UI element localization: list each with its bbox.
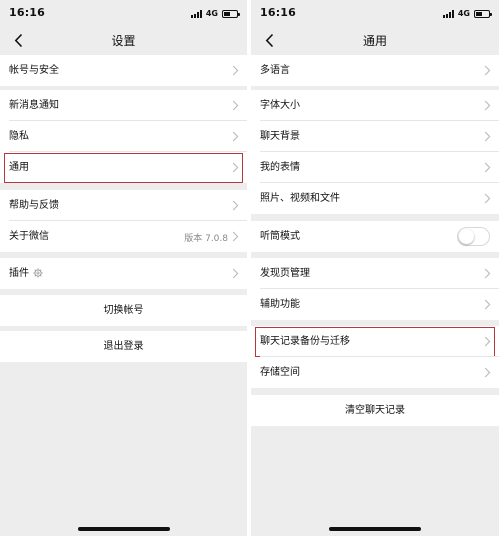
signal-icon: [190, 9, 202, 18]
page-title: 设置: [111, 34, 136, 48]
button-label: 清空聊天记录: [345, 405, 405, 416]
row-plugins[interactable]: 插件: [0, 258, 247, 289]
network-type: 4G: [457, 9, 470, 18]
chevron-right-icon: [484, 268, 491, 279]
row-label: 聊天记录备份与迁移: [260, 336, 350, 347]
row-label: 通用: [9, 162, 29, 173]
row-my-stickers[interactable]: 我的表情: [251, 152, 499, 183]
signal-icon: [442, 9, 454, 18]
row-general[interactable]: 通用: [0, 152, 247, 183]
page-title: 通用: [362, 34, 387, 48]
row-earpiece-mode: 听筒模式: [251, 221, 499, 252]
button-label: 切换帐号: [103, 305, 144, 316]
chevron-right-icon: [484, 367, 491, 378]
status-indicators: 4G: [442, 9, 492, 18]
earpiece-mode-toggle[interactable]: [457, 227, 490, 246]
row-label: 帐号与安全: [9, 65, 59, 76]
status-bar: 16:16 4G: [0, 0, 247, 26]
row-about[interactable]: 关于微信 版本 7.0.8: [0, 221, 247, 252]
row-label: 新消息通知: [9, 100, 59, 111]
chevron-right-icon: [232, 231, 239, 242]
clear-chat-history-button[interactable]: 清空聊天记录: [251, 395, 499, 426]
settings-screen: 16:16 4G 设置 帐号与安全 新消息通知 隐私 通用 帮助与反馈 关于微信…: [0, 0, 247, 536]
battery-icon: [222, 9, 240, 18]
row-label: 我的表情: [260, 162, 300, 173]
logout-button[interactable]: 退出登录: [0, 331, 247, 362]
chevron-right-icon: [484, 299, 491, 310]
row-label: 隐私: [9, 131, 29, 142]
status-bar: 16:16 4G: [251, 0, 499, 26]
chevron-right-icon: [232, 131, 239, 142]
version-text: 版本 7.0.8: [184, 234, 228, 244]
row-privacy[interactable]: 隐私: [0, 121, 247, 152]
row-label: 发现页管理: [260, 268, 310, 279]
row-photos-videos-files[interactable]: 照片、视频和文件: [251, 183, 499, 214]
row-label: 帮助与反馈: [9, 200, 59, 211]
status-indicators: 4G: [190, 9, 240, 18]
battery-icon: [474, 9, 492, 18]
nav-bar: 设置: [0, 28, 247, 52]
row-font-size[interactable]: 字体大小: [251, 90, 499, 121]
chevron-right-icon: [232, 100, 239, 111]
row-label: 关于微信: [9, 231, 49, 242]
row-label: 照片、视频和文件: [260, 193, 340, 204]
row-help-feedback[interactable]: 帮助与反馈: [0, 190, 247, 221]
chevron-right-icon: [232, 65, 239, 76]
network-type: 4G: [205, 9, 218, 18]
chevron-right-icon: [232, 268, 239, 279]
chevron-right-icon: [484, 65, 491, 76]
chevron-right-icon: [232, 200, 239, 211]
chevron-right-icon: [484, 131, 491, 142]
highlight-box: [4, 153, 243, 183]
general-screen: 16:16 4G 通用 多语言 字体大小 聊天背景 我的表情 照片、视频和文件 …: [251, 0, 499, 536]
row-label: 存储空间: [260, 367, 300, 378]
chevron-right-icon: [484, 100, 491, 111]
row-chat-background[interactable]: 聊天背景: [251, 121, 499, 152]
status-time: 16:16: [9, 6, 46, 19]
row-storage[interactable]: 存储空间: [251, 357, 499, 388]
gear-icon: [33, 268, 43, 278]
status-time: 16:16: [260, 6, 297, 19]
switch-account-button[interactable]: 切换帐号: [0, 295, 247, 326]
home-indicator[interactable]: [329, 527, 421, 531]
row-new-message-notice[interactable]: 新消息通知: [0, 90, 247, 121]
row-label: 插件: [9, 268, 29, 279]
row-label: 辅助功能: [260, 299, 300, 310]
row-accessibility[interactable]: 辅助功能: [251, 289, 499, 320]
row-language[interactable]: 多语言: [251, 55, 499, 86]
chevron-right-icon: [484, 336, 491, 347]
row-label: 聊天背景: [260, 131, 300, 142]
row-label: 多语言: [260, 65, 290, 76]
row-account-security[interactable]: 帐号与安全: [0, 55, 247, 86]
chevron-right-icon: [484, 193, 491, 204]
button-label: 退出登录: [103, 341, 144, 352]
nav-bar: 通用: [251, 28, 499, 52]
row-chat-backup-migration[interactable]: 聊天记录备份与迁移: [251, 326, 499, 357]
row-label: 字体大小: [260, 100, 300, 111]
home-indicator[interactable]: [77, 527, 170, 531]
chevron-right-icon: [232, 162, 239, 173]
row-discover-management[interactable]: 发现页管理: [251, 258, 499, 289]
chevron-right-icon: [484, 162, 491, 173]
row-label: 听筒模式: [260, 231, 300, 242]
